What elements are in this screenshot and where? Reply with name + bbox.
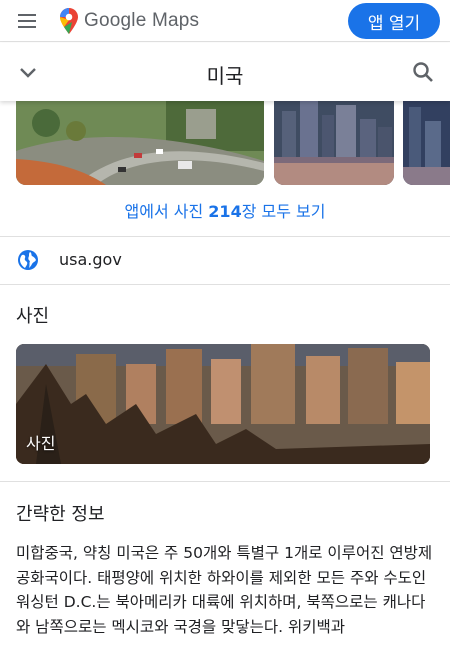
google-maps-logo[interactable]: Google Maps bbox=[60, 8, 199, 34]
photo-thumbnail[interactable] bbox=[16, 101, 264, 185]
city-skyline-photo bbox=[274, 101, 394, 185]
search-icon[interactable] bbox=[412, 61, 434, 83]
photo-thumbnail[interactable] bbox=[403, 101, 450, 185]
see-all-prefix: 앱에서 사진 bbox=[124, 202, 209, 221]
photo-carousel bbox=[0, 101, 450, 186]
highway-photo bbox=[16, 101, 264, 185]
place-header-bar: 미국 bbox=[0, 43, 450, 101]
photos-card-label: 사진 bbox=[26, 434, 56, 453]
city-photo bbox=[16, 344, 430, 464]
website-link[interactable]: usa.gov bbox=[59, 250, 122, 269]
summary-text: 미합중국, 약칭 미국은 주 50개와 특별구 1개로 이루어진 연방제 공화국… bbox=[16, 544, 433, 636]
divider bbox=[0, 284, 450, 285]
photos-section-title: 사진 bbox=[16, 306, 50, 327]
website-row[interactable]: usa.gov bbox=[0, 237, 450, 284]
divider bbox=[0, 481, 450, 482]
city-photo bbox=[403, 101, 450, 185]
menu-icon[interactable] bbox=[14, 9, 40, 33]
logo-text: Google Maps bbox=[84, 10, 200, 31]
place-title: 미국 bbox=[206, 64, 244, 88]
photos-card[interactable]: 사진 bbox=[16, 344, 430, 464]
see-all-photos-link[interactable]: 앱에서 사진 214장 모두 보기 bbox=[0, 198, 450, 222]
photo-count: 214 bbox=[208, 202, 242, 221]
google-maps-pin-icon bbox=[60, 8, 78, 34]
summary-section-title: 간략한 정보 bbox=[16, 504, 105, 525]
globe-icon bbox=[18, 250, 38, 270]
top-app-bar: Google Maps 앱 열기 bbox=[0, 0, 450, 42]
photo-thumbnail[interactable] bbox=[274, 101, 394, 185]
see-all-suffix: 장 모두 보기 bbox=[241, 202, 326, 221]
open-app-button[interactable]: 앱 열기 bbox=[348, 3, 440, 39]
